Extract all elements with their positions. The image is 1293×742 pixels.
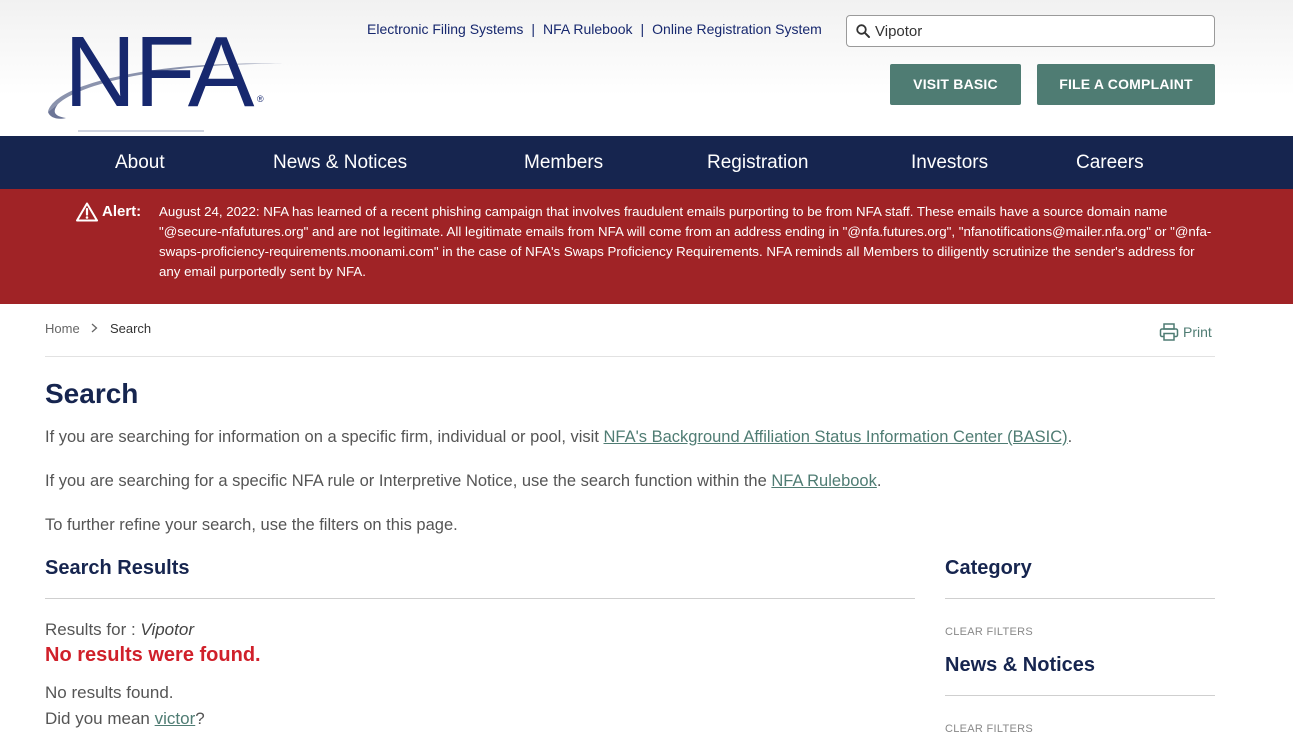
search-input[interactable] bbox=[875, 20, 1205, 42]
site-header: NFA ® Electronic Filing Systems | NFA Rule… bbox=[0, 0, 1293, 136]
search-icon[interactable] bbox=[855, 23, 871, 39]
logo-text: NFA bbox=[64, 16, 254, 128]
intro-paragraph-basic: If you are searching for information on … bbox=[45, 428, 1072, 447]
clear-filters-button[interactable]: CLEAR FILTERS bbox=[945, 626, 1033, 638]
separator: | bbox=[640, 21, 645, 37]
no-results-text: No results found. bbox=[45, 683, 174, 702]
nfa-logo[interactable]: NFA ® bbox=[44, 22, 289, 122]
nav-item-news-notices[interactable]: News & Notices bbox=[273, 136, 407, 189]
news-notices-filter-heading[interactable]: News & Notices bbox=[945, 654, 1095, 677]
logo-registered-mark: ® bbox=[257, 94, 264, 104]
printer-icon bbox=[1159, 323, 1179, 341]
alert-banner: Alert: August 24, 2022: NFA has learned … bbox=[0, 189, 1293, 304]
intro-paragraph-rulebook: If you are searching for a specific NFA … bbox=[45, 472, 881, 491]
paragraph-text: . bbox=[876, 472, 882, 490]
print-button[interactable]: Print bbox=[1159, 322, 1212, 342]
chevron-right-icon bbox=[91, 321, 98, 336]
page-title: Search bbox=[45, 378, 139, 409]
nav-item-careers[interactable]: Careers bbox=[1076, 136, 1144, 189]
utility-links: Electronic Filing Systems | NFA Rulebook | O… bbox=[367, 21, 822, 37]
alert-label: Alert: bbox=[102, 203, 142, 220]
link-electronic-filing[interactable]: Electronic Filing Systems bbox=[367, 21, 523, 37]
print-label: Print bbox=[1183, 324, 1212, 340]
breadcrumb-home[interactable]: Home bbox=[45, 321, 80, 336]
divider bbox=[45, 356, 1215, 357]
separator: | bbox=[531, 21, 536, 37]
did-you-mean: Did you mean victor? bbox=[45, 709, 205, 729]
link-nfa-rulebook[interactable]: NFA Rulebook bbox=[543, 21, 633, 37]
nav-item-investors[interactable]: Investors bbox=[911, 136, 988, 189]
logo-underline bbox=[78, 130, 204, 132]
rulebook-link[interactable]: NFA Rulebook bbox=[771, 472, 876, 490]
suggestion-link[interactable]: victor bbox=[155, 709, 196, 728]
breadcrumb-current: Search bbox=[109, 321, 152, 336]
results-query: Vipotor bbox=[140, 620, 194, 639]
nav-item-registration[interactable]: Registration bbox=[707, 136, 808, 189]
search-results-heading: Search Results bbox=[45, 557, 190, 579]
file-complaint-button[interactable]: FILE A COMPLAINT bbox=[1037, 64, 1215, 105]
alert-text: August 24, 2022: NFA has learned of a re… bbox=[159, 204, 1212, 279]
link-online-registration[interactable]: Online Registration System bbox=[652, 21, 822, 37]
nav-item-about[interactable]: About bbox=[115, 136, 165, 189]
clear-filters-button[interactable]: CLEAR FILTERS bbox=[945, 723, 1033, 735]
results-for: Results for : Vipotor bbox=[45, 620, 194, 640]
main-nav: About News & Notices Members Registratio… bbox=[0, 136, 1293, 189]
divider bbox=[945, 695, 1215, 696]
nav-item-members[interactable]: Members bbox=[524, 136, 603, 189]
site-search bbox=[846, 15, 1215, 47]
results-for-label: Results for : bbox=[45, 620, 141, 639]
no-results-title: No results were found. bbox=[45, 644, 261, 666]
paragraph-text: If you are searching for information on … bbox=[45, 428, 604, 446]
category-heading: Category bbox=[945, 557, 1032, 579]
basic-link[interactable]: NFA's Background Affiliation Status Info… bbox=[604, 428, 1068, 446]
divider bbox=[45, 598, 915, 599]
did-you-mean-suffix: ? bbox=[195, 709, 205, 728]
breadcrumb: Home Search bbox=[45, 321, 151, 336]
warning-icon bbox=[76, 202, 98, 222]
visit-basic-button[interactable]: VISIT BASIC bbox=[890, 64, 1021, 105]
did-you-mean-label: Did you mean bbox=[45, 709, 155, 728]
paragraph-text: If you are searching for a specific NFA … bbox=[45, 472, 772, 490]
divider bbox=[945, 598, 1215, 599]
paragraph-text: . bbox=[1067, 428, 1073, 446]
intro-paragraph-filters: To further refine your search, use the f… bbox=[45, 516, 458, 534]
